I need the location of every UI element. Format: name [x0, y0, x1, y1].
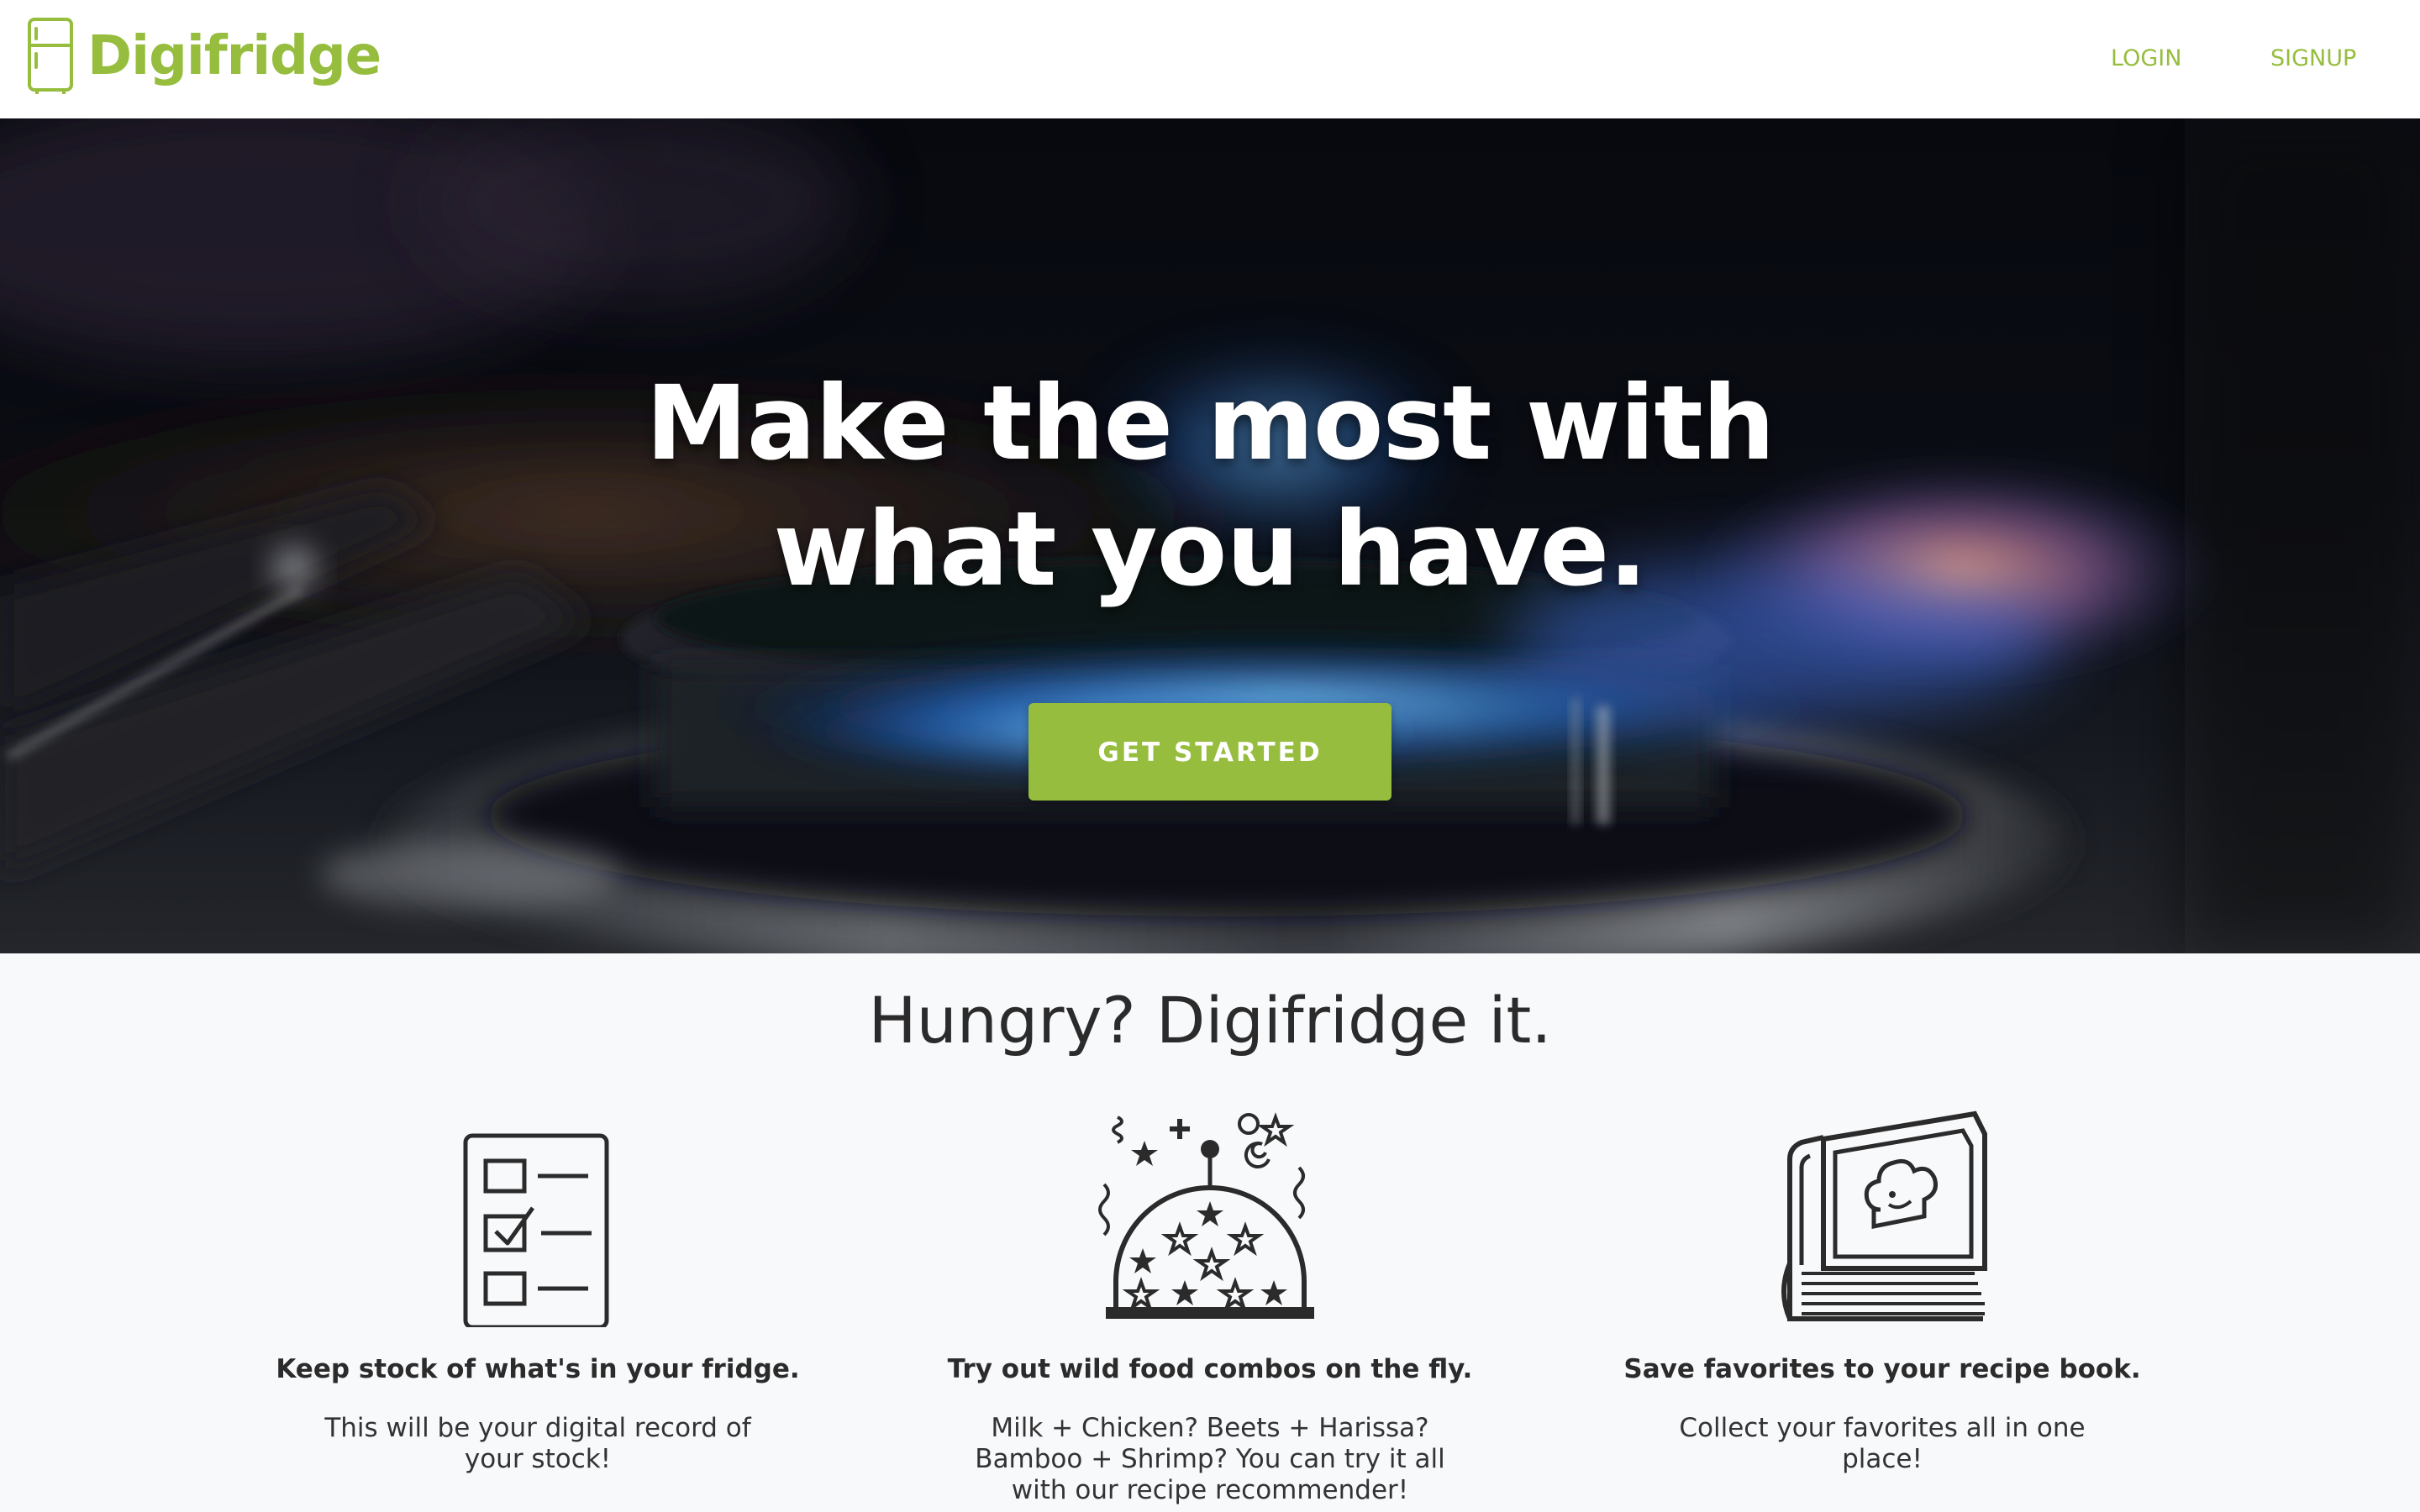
- feature-card-recipe-book: Save favorites to your recipe book. Coll…: [1613, 1109, 2151, 1474]
- checklist-icon: [463, 1133, 609, 1327]
- login-link[interactable]: LOGIN: [2111, 42, 2181, 76]
- top-navbar: Digifridge LOGIN SIGNUP: [0, 0, 2420, 118]
- get-started-button[interactable]: GET STARTED: [1028, 703, 1392, 801]
- signup-link[interactable]: SIGNUP: [2270, 42, 2356, 76]
- brand-logo-link[interactable]: Digifridge: [27, 17, 381, 96]
- magic-cloche-icon: [1098, 1112, 1314, 1319]
- fridge-icon: [28, 18, 73, 94]
- brand-name: Digifridge: [87, 25, 381, 87]
- feature-title: Save favorites to your recipe book.: [1623, 1354, 2141, 1384]
- feature-card-combos: Try out wild food combos on the fly. Mil…: [941, 1109, 1479, 1505]
- recipe-book-icon: [1781, 1110, 1987, 1321]
- feature-description: This will be your digital record of your…: [324, 1413, 751, 1474]
- features-tagline: Hungry? Digifridge it.: [868, 983, 1552, 1058]
- feature-title: Try out wild food combos on the fly.: [947, 1354, 1473, 1384]
- feature-description: Collect your favorites all in one place!: [1679, 1413, 2086, 1474]
- feature-description: Milk + Chicken? Beets + Harissa? Bamboo …: [975, 1413, 1445, 1505]
- hero-headline-line2: what you have.: [773, 490, 1647, 609]
- hero-section: Make the most with what you have. GET ST…: [0, 118, 2420, 953]
- hero-headline-line1: Make the most with: [645, 364, 1775, 483]
- feature-card-stock: Keep stock of what's in your fridge. Thi…: [269, 1109, 807, 1474]
- hero-headline: Make the most with what you have.: [0, 360, 2420, 612]
- feature-title: Keep stock of what's in your fridge.: [276, 1354, 800, 1384]
